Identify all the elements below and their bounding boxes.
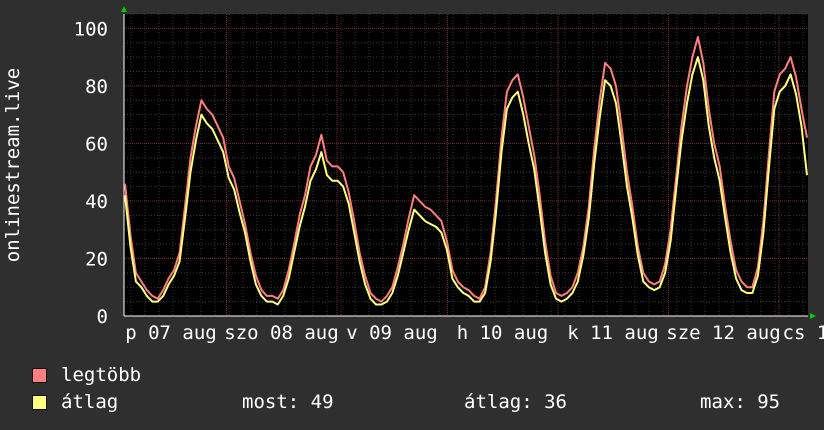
stat-most: most: 49 bbox=[242, 391, 334, 413]
y-tick-label: 100 bbox=[74, 18, 108, 40]
x-tick-label: h 10 aug bbox=[457, 322, 549, 344]
x-tick-label: p 07 aug bbox=[125, 322, 217, 344]
legend-label-legtobb: legtöbb bbox=[61, 364, 142, 386]
y-tick-label: 40 bbox=[85, 191, 108, 213]
legend-swatch-legtobb bbox=[32, 367, 47, 383]
x-tick-label: k 11 aug bbox=[567, 322, 659, 344]
x-tick-label: szo 08 aug bbox=[224, 322, 338, 344]
x-axis-arrow bbox=[810, 313, 816, 319]
legend-swatch-atlag bbox=[32, 394, 47, 410]
legend-item-legtobb: legtöbb bbox=[32, 364, 141, 386]
y-tick-label: 80 bbox=[85, 76, 108, 98]
legend-label-atlag: átlag bbox=[61, 391, 119, 413]
x-tick-label: cs 13 aug bbox=[783, 322, 824, 344]
stat-max: max: 95 bbox=[700, 391, 781, 413]
x-tick-label: v 09 aug bbox=[346, 322, 438, 344]
y-tick-labels: 0 20 40 60 80 100 bbox=[74, 18, 108, 328]
y-tick-label: 20 bbox=[85, 248, 108, 270]
y-axis-arrow bbox=[121, 6, 127, 12]
x-tick-labels: p 07 aug szo 08 aug v 09 aug h 10 aug k 11 a… bbox=[125, 322, 824, 344]
y-tick-label: 60 bbox=[85, 133, 108, 155]
y-tick-label: 0 bbox=[97, 306, 108, 328]
chart: 0 20 40 60 80 100 p 07 aug szo 08 aug v 09 aug h… bbox=[2, 6, 824, 344]
x-tick-label: sze 12 aug bbox=[666, 322, 780, 344]
legend-item-atlag: átlag bbox=[32, 391, 118, 413]
stat-atlag: átlag: 36 bbox=[464, 391, 567, 413]
y-axis-label: onlinestream.live bbox=[2, 68, 24, 262]
